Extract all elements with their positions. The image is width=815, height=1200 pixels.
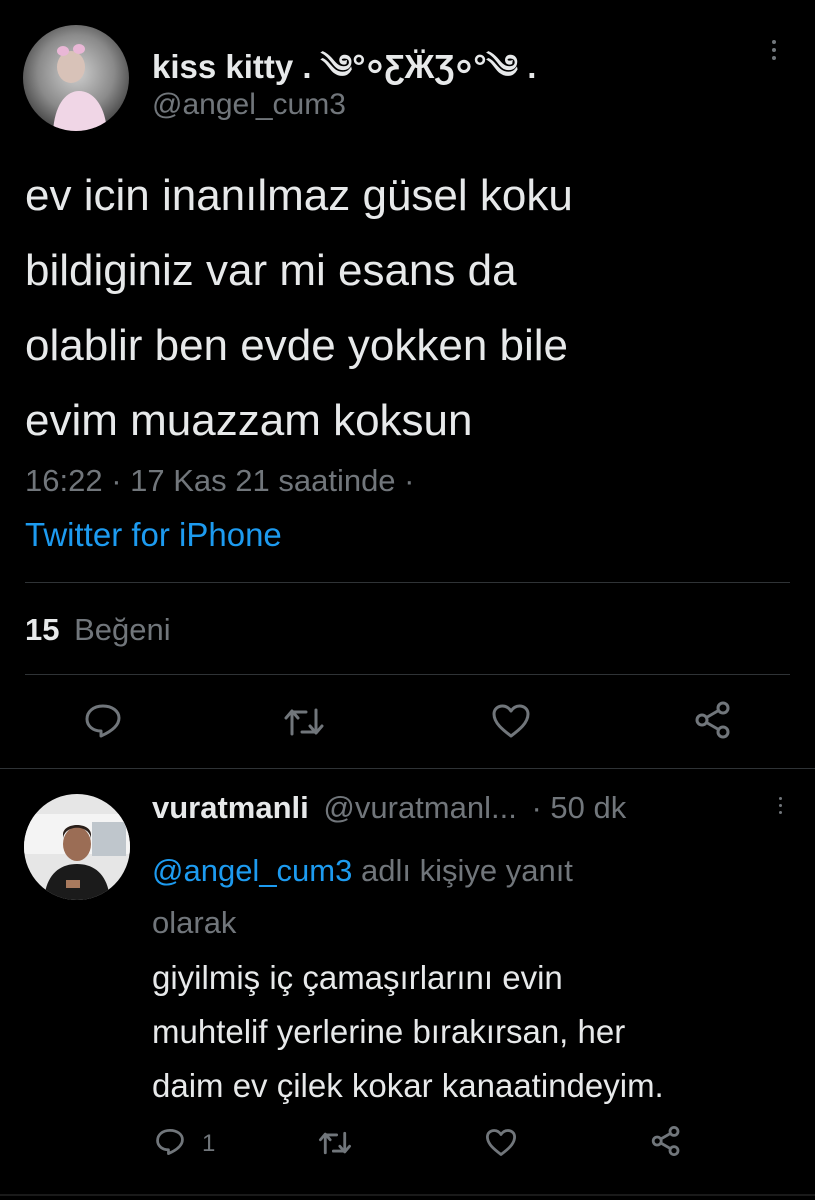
reply-author-avatar[interactable]: [24, 794, 130, 900]
replying-to: @angel_cum3 adlı kişiye yanıt olarak: [152, 845, 573, 949]
reply-icon[interactable]: [84, 703, 122, 739]
tweet-text: ev icin inanılmaz güsel koku bildiginiz …: [25, 158, 573, 458]
reply-header: vuratmanli @vuratmanl... · 50 dk: [152, 790, 626, 826]
reply-icon[interactable]: [155, 1128, 185, 1156]
reply-count: 1: [202, 1130, 216, 1157]
tweet-text-line: ev icin inanılmaz güsel koku: [25, 171, 573, 220]
share-icon[interactable]: [650, 1125, 682, 1157]
reply-author-name[interactable]: vuratmanli: [152, 790, 309, 825]
divider: [25, 582, 790, 583]
divider: [25, 674, 790, 675]
reply-text-line: giyilmiş iç çamaşırlarını evin: [152, 959, 563, 996]
tweet-timestamp[interactable]: 16:22 · 17 Kas 21 saatinde ·: [25, 463, 414, 499]
like-icon[interactable]: [485, 1128, 517, 1157]
tweet-source-link[interactable]: Twitter for iPhone: [25, 516, 282, 554]
likes-stat[interactable]: 15 Beğeni: [25, 612, 171, 648]
likes-label: Beğeni: [74, 612, 171, 647]
author-avatar[interactable]: [23, 25, 129, 131]
reply-author-handle[interactable]: @vuratmanl...: [323, 790, 516, 825]
like-icon[interactable]: [491, 703, 531, 739]
tweet-text-line: evim muazzam koksun: [25, 396, 473, 445]
retweet-icon[interactable]: [318, 1130, 352, 1156]
replying-to-handle[interactable]: @angel_cum3: [152, 853, 352, 888]
likes-count: 15: [25, 612, 60, 647]
replying-to-suffix: adlı kişiye yanıt: [352, 853, 573, 888]
reply-text-line: muhtelif yerlerine bırakırsan, her: [152, 1013, 626, 1050]
reply-text-line: daim ev çilek kokar kanaatindeyim.: [152, 1067, 664, 1104]
section-divider: [0, 768, 815, 769]
share-icon[interactable]: [693, 700, 733, 740]
replying-to-line2: olarak: [152, 905, 237, 940]
tweet-text-line: olablir ben evde yokken bile: [25, 321, 569, 370]
author-handle[interactable]: @angel_cum3: [152, 88, 346, 122]
reply-timestamp[interactable]: · 50 dk: [531, 790, 626, 825]
tweet-text-line: bildiginiz var mi esans da: [25, 246, 517, 295]
reply-text: giyilmiş iç çamaşırlarını evin muhtelif …: [152, 951, 664, 1113]
retweet-icon[interactable]: [283, 706, 325, 738]
reply-more-options-icon[interactable]: [779, 797, 782, 814]
more-options-icon[interactable]: [772, 40, 776, 60]
bottom-edge: [0, 1194, 815, 1196]
